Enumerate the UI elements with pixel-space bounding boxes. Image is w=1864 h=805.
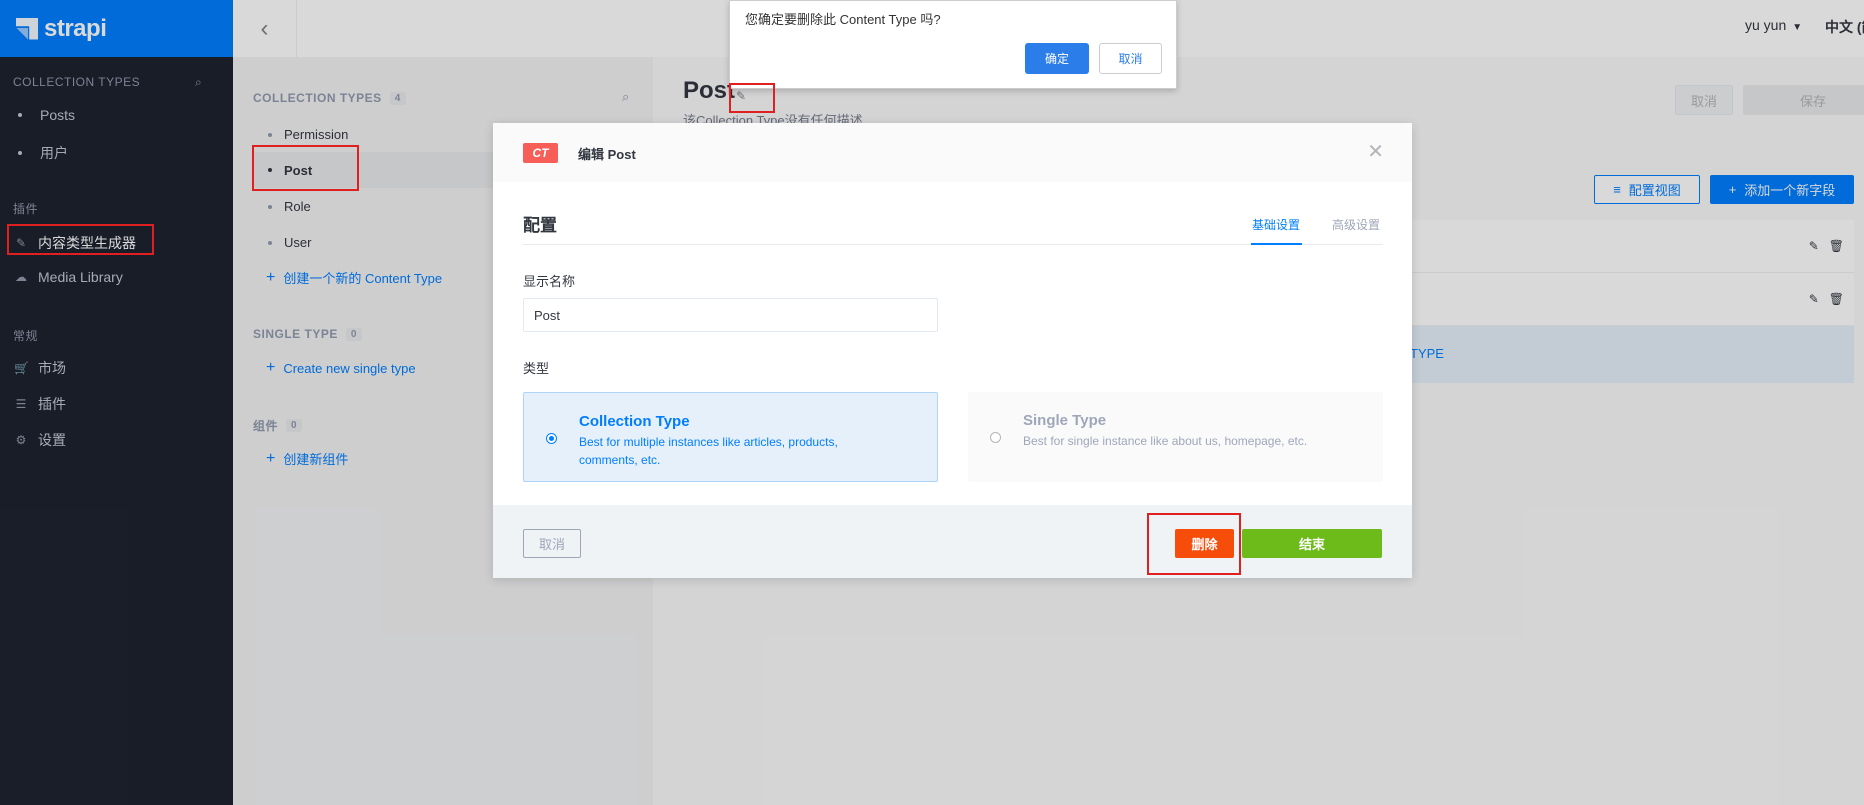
radio-button[interactable] [546, 433, 557, 444]
radio-button[interactable] [990, 432, 1001, 443]
option-title: Single Type [1023, 412, 1107, 429]
highlight-box [252, 145, 359, 191]
type-label: 类型 [523, 361, 550, 376]
confirm-message: 您确定要删除此 Content Type 吗? [745, 12, 941, 27]
active-tab-indicator [1251, 243, 1302, 245]
ct-badge: CT [523, 143, 558, 163]
option-description: Best for multiple instances like article… [579, 435, 838, 467]
tab-basic-settings[interactable]: 基础设置 [1252, 216, 1300, 233]
highlight-box [729, 83, 775, 113]
close-icon[interactable]: ✕ [1367, 139, 1384, 164]
modal-footer: 取消 删除 结束 [493, 505, 1412, 578]
finish-button[interactable]: 结束 [1242, 529, 1382, 558]
tab-advanced-settings[interactable]: 高级设置 [1332, 216, 1380, 233]
collection-type-option[interactable]: Collection Type Best for multiple instan… [523, 392, 938, 482]
display-name-input[interactable]: Post [523, 298, 938, 332]
confirm-dialog: 您确定要删除此 Content Type 吗? 确定 取消 [729, 0, 1177, 89]
highlight-box [7, 224, 154, 255]
single-type-option[interactable]: Single Type Best for single instance lik… [968, 392, 1383, 482]
edit-content-type-modal: CT 编辑 Post ✕ 配置 基础设置 高级设置 显示名称 Post 类型 C… [493, 123, 1412, 578]
modal-title: 编辑 Post [578, 147, 636, 162]
highlight-box [1147, 513, 1241, 575]
option-title: Collection Type [579, 413, 690, 430]
display-name-label: 显示名称 [523, 274, 576, 289]
option-description: Best for single instance like about us, … [1023, 434, 1308, 448]
confirm-ok-button[interactable]: 确定 [1025, 43, 1089, 74]
modal-header: CT 编辑 Post ✕ [493, 123, 1412, 182]
modal-cancel-button[interactable]: 取消 [523, 529, 581, 558]
confirm-cancel-button[interactable]: 取消 [1099, 43, 1162, 74]
modal-section-title: 配置 [523, 216, 557, 235]
